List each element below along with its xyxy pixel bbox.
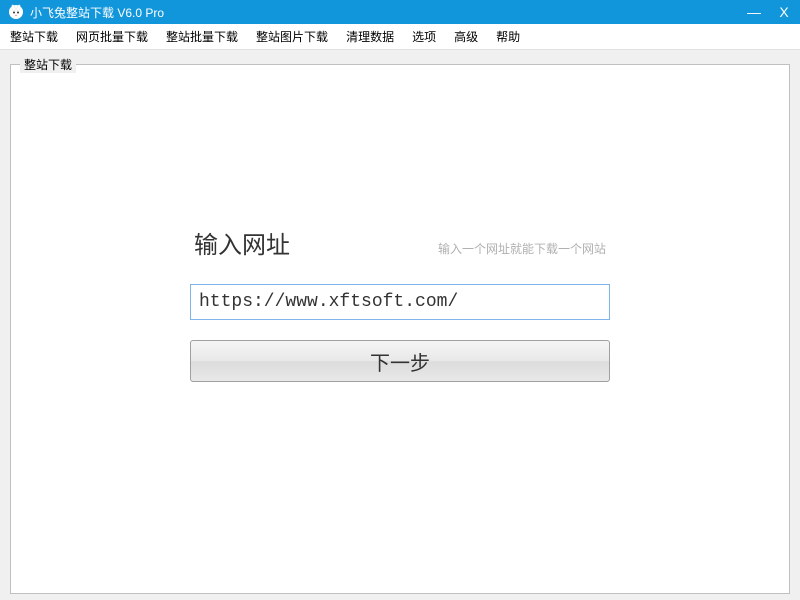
url-form: 输入网址 输入一个网址就能下载一个网站 下一步 [190, 225, 610, 382]
url-input[interactable] [190, 284, 610, 320]
menubar: 整站下载 网页批量下载 整站批量下载 整站图片下载 清理数据 选项 高级 帮助 [0, 24, 800, 50]
window-controls: — X [746, 5, 792, 19]
form-hint: 输入一个网址就能下载一个网站 [438, 240, 606, 257]
menu-site-image-download[interactable]: 整站图片下载 [256, 28, 328, 45]
menu-page-batch-download[interactable]: 网页批量下载 [76, 28, 148, 45]
menu-options[interactable]: 选项 [412, 28, 436, 45]
menu-advanced[interactable]: 高级 [454, 28, 478, 45]
minimize-button[interactable]: — [746, 5, 762, 19]
content-area: 整站下载 输入网址 输入一个网址就能下载一个网站 下一步 [0, 50, 800, 600]
main-panel: 输入网址 输入一个网址就能下载一个网站 下一步 [10, 64, 790, 594]
close-button[interactable]: X [776, 5, 792, 19]
menu-clear-data[interactable]: 清理数据 [346, 28, 394, 45]
next-button[interactable]: 下一步 [190, 340, 610, 382]
active-tab-label: 整站下载 [20, 56, 76, 73]
form-title: 输入网址 [194, 225, 290, 260]
window-title: 小飞兔整站下载 V6.0 Pro [30, 4, 746, 21]
titlebar: 小飞兔整站下载 V6.0 Pro — X [0, 0, 800, 24]
menu-help[interactable]: 帮助 [496, 28, 520, 45]
menu-full-site-download[interactable]: 整站下载 [10, 28, 58, 45]
app-icon [8, 4, 24, 20]
menu-site-batch-download[interactable]: 整站批量下载 [166, 28, 238, 45]
form-header: 输入网址 输入一个网址就能下载一个网站 [190, 225, 610, 260]
